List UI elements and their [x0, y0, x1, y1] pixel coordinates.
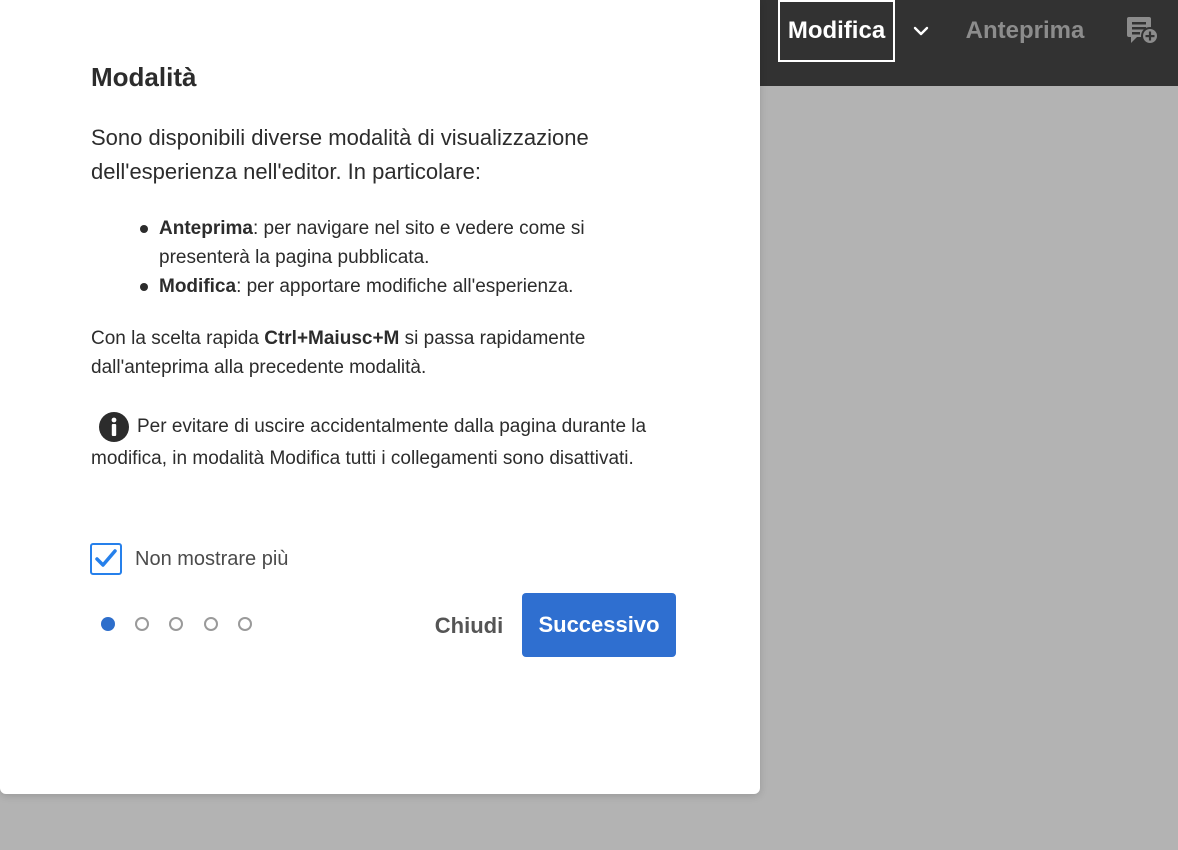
mode-list: Anteprima: per navigare nel sito e veder… — [140, 214, 660, 301]
shortcut-text: Con la scelta rapida Ctrl+Maiusc+M si pa… — [91, 324, 691, 382]
pagination-dot[interactable] — [238, 617, 252, 631]
pagination-dot[interactable] — [135, 617, 149, 631]
checkmark-icon — [95, 549, 117, 567]
annotate-button[interactable] — [1122, 0, 1162, 62]
next-button[interactable]: Successivo — [522, 593, 676, 657]
dialog-intro-text: Sono disponibili diverse modalità di vis… — [91, 125, 589, 184]
info-text: Per evitare di uscire accidentalmente da… — [91, 416, 647, 469]
chevron-down-icon — [913, 26, 929, 36]
edit-mode-label: Modifica — [787, 17, 886, 44]
list-item: Anteprima: per navigare nel sito e veder… — [140, 214, 660, 272]
pagination-dot[interactable] — [204, 617, 218, 631]
list-item-term: Anteprima — [159, 218, 253, 239]
edit-mode-button[interactable]: Modifica — [778, 0, 895, 62]
preview-mode-button[interactable]: Anteprima — [962, 0, 1088, 62]
preview-mode-label: Anteprima — [965, 17, 1085, 44]
dialog-title: Modalità — [91, 62, 197, 92]
list-item-description: : per apportare modifiche all'esperienza… — [236, 276, 574, 297]
list-item-term: Modifica — [159, 276, 237, 297]
mode-dropdown-button[interactable] — [904, 0, 938, 62]
shortcut-prefix: Con la scelta rapida — [91, 328, 265, 349]
pagination-dot[interactable] — [169, 617, 183, 631]
close-button[interactable]: Chiudi — [428, 600, 510, 652]
shortcut-keys: Ctrl+Maiusc+M — [264, 328, 400, 349]
list-item: Modifica: per apportare modifiche all'es… — [140, 272, 660, 301]
pagination-dot-active[interactable] — [101, 617, 115, 631]
modes-onboarding-dialog: Modalità Sono disponibili diverse modali… — [0, 0, 760, 794]
annotate-icon — [1127, 17, 1159, 45]
dont-show-again-checkbox[interactable] — [90, 543, 122, 575]
dont-show-again-label[interactable]: Non mostrare più — [135, 548, 288, 571]
editor-window: Modifica Anteprima Modalità Sono disponi… — [0, 0, 1178, 850]
